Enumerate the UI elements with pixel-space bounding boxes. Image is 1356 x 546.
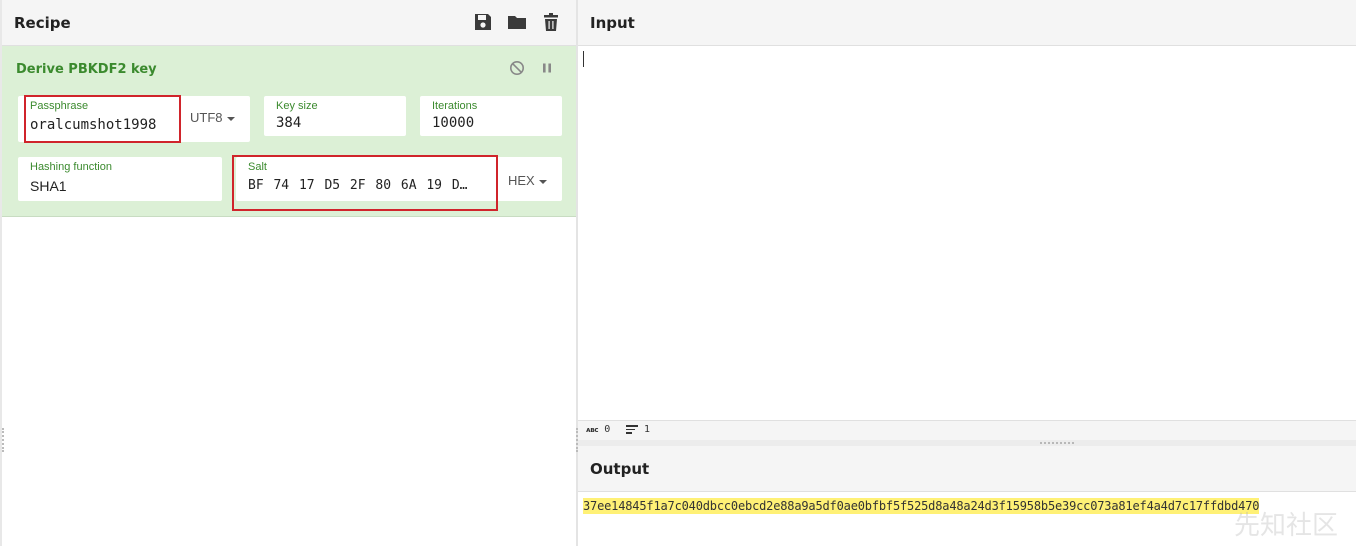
key-size-input[interactable]: 384 bbox=[276, 115, 301, 131]
salt-highlight-box bbox=[232, 155, 498, 211]
passphrase-encoding-dropdown[interactable]: UTF8 bbox=[190, 110, 235, 125]
output-textarea[interactable]: 37ee14845f1a7c040dbcc0ebcd2e88a9a5df0ae0… bbox=[578, 492, 1356, 546]
operation-title: Derive PBKDF2 key bbox=[16, 62, 157, 77]
watermark: 先知社区 bbox=[1233, 511, 1338, 541]
input-textarea[interactable] bbox=[578, 46, 1356, 420]
chevron-down-icon bbox=[538, 179, 547, 184]
line-count-value: 1 bbox=[644, 424, 651, 435]
output-title: Output bbox=[590, 460, 650, 478]
recipe-header: Recipe bbox=[2, 0, 576, 46]
pause-icon[interactable] bbox=[539, 60, 555, 76]
recipe-panel: Recipe Derive PBKDF2 key Passphrase oral… bbox=[0, 0, 576, 546]
input-header: Input bbox=[578, 0, 1356, 46]
key-size-field[interactable]: Key size 384 bbox=[264, 96, 406, 136]
cyberchef-app: Recipe Derive PBKDF2 key Passphrase oral… bbox=[0, 0, 1356, 546]
lines-icon bbox=[626, 425, 638, 434]
char-count: ᴀʙᴄ 0 bbox=[586, 424, 610, 435]
iterations-field[interactable]: Iterations 10000 bbox=[420, 96, 562, 136]
input-status-bar: ᴀʙᴄ 0 1 bbox=[578, 420, 1356, 440]
recipe-title: Recipe bbox=[14, 14, 71, 32]
chevron-down-icon bbox=[226, 116, 235, 121]
salt-encoding-dropdown[interactable]: HEX bbox=[508, 173, 547, 188]
output-value: 37ee14845f1a7c040dbcc0ebcd2e88a9a5df0ae0… bbox=[583, 498, 1260, 514]
passphrase-highlight-box bbox=[24, 95, 181, 143]
iterations-input[interactable]: 10000 bbox=[432, 115, 474, 131]
key-size-label: Key size bbox=[276, 100, 318, 112]
hashing-function-field[interactable]: Hashing function SHA1 bbox=[18, 157, 222, 201]
hashing-function-select[interactable]: SHA1 bbox=[30, 178, 67, 194]
disable-icon[interactable] bbox=[509, 60, 525, 76]
salt-encoding-label: HEX bbox=[508, 173, 535, 188]
splitter-grip bbox=[1040, 442, 1074, 444]
operation-derive-pbkdf2-key: Derive PBKDF2 key Passphrase oralcumshot… bbox=[2, 46, 576, 217]
hashing-function-label: Hashing function bbox=[30, 161, 112, 173]
text-cursor bbox=[583, 51, 584, 67]
iterations-label: Iterations bbox=[432, 100, 478, 112]
abc-icon: ᴀʙᴄ bbox=[586, 425, 599, 434]
save-icon[interactable] bbox=[473, 12, 493, 32]
trash-icon[interactable] bbox=[541, 12, 561, 32]
line-count: 1 bbox=[626, 424, 650, 435]
resize-grip[interactable] bbox=[2, 428, 4, 452]
folder-icon[interactable] bbox=[507, 12, 527, 32]
input-title: Input bbox=[590, 14, 635, 32]
passphrase-encoding-label: UTF8 bbox=[190, 110, 223, 125]
char-count-value: 0 bbox=[604, 424, 611, 435]
output-header: Output bbox=[578, 446, 1356, 492]
